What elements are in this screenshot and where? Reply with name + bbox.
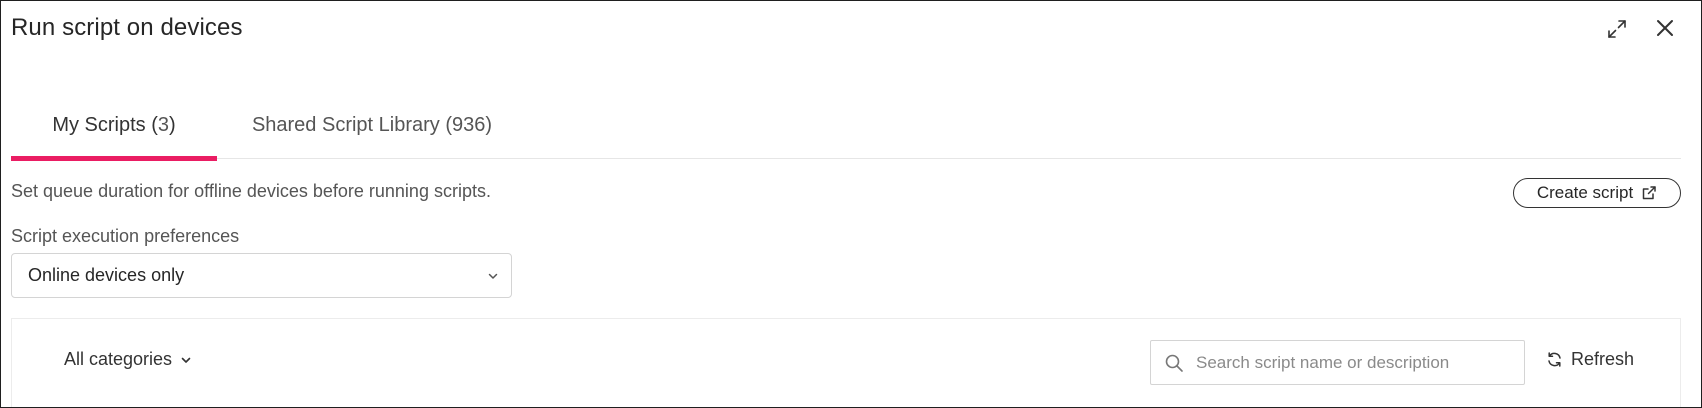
refresh-label: Refresh (1571, 349, 1635, 369)
tab-shared-script-library[interactable]: Shared Script Library (936) (241, 93, 503, 158)
tab-shared-script-library-label: Shared Script Library (936) (251, 114, 493, 136)
tab-my-scripts-label: My Scripts ( (52, 114, 158, 136)
search-icon (1165, 354, 1183, 372)
scripts-panel: All categories Refresh (11, 318, 1681, 407)
dialog-title: Run script on devices (11, 14, 243, 41)
queue-info-text: Set queue duration for offline devices b… (11, 181, 491, 201)
close-icon (1657, 20, 1673, 36)
tab-my-scripts-count: 3 (157, 114, 169, 136)
categories-dropdown[interactable]: All categories (64, 349, 192, 370)
execution-preferences-label: Script execution preferences (11, 226, 240, 246)
refresh-button[interactable]: Refresh (1546, 349, 1634, 370)
tab-my-scripts[interactable]: My Scripts (3) (11, 93, 217, 161)
external-link-icon (1642, 186, 1656, 200)
close-button[interactable] (1648, 11, 1682, 45)
expand-button[interactable] (1600, 12, 1634, 46)
tab-my-scripts-suffix: ) (169, 114, 176, 136)
script-search-box (1150, 340, 1525, 385)
refresh-icon (1548, 352, 1561, 367)
execution-preferences-select[interactable]: Online devices only (11, 253, 512, 298)
execution-preferences-value: Online devices only (28, 265, 185, 285)
chevron-down-icon (181, 357, 191, 363)
run-script-dialog: Run script on devices My Scripts (3) Sha… (0, 0, 1702, 408)
categories-label: All categories (64, 349, 173, 369)
chevron-down-icon (488, 273, 498, 279)
search-input[interactable] (1196, 341, 1516, 384)
create-script-label: Create script (1536, 183, 1634, 202)
create-script-button[interactable]: Create script (1513, 178, 1681, 208)
tab-bar: My Scripts (3) Shared Script Library (93… (11, 93, 1681, 161)
expand-icon (1608, 20, 1626, 38)
active-tab-indicator (11, 156, 217, 161)
